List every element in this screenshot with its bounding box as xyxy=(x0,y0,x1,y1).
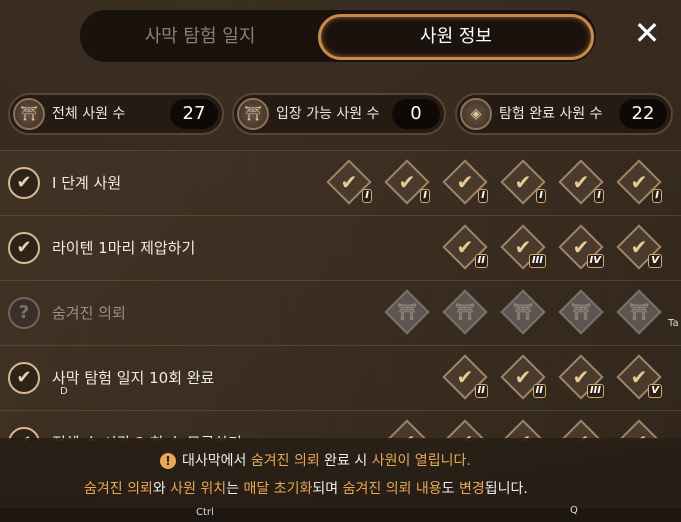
stat-label: 입장 가능 사원 수 xyxy=(276,106,380,122)
question-icon: ? xyxy=(8,297,40,329)
temple-badge[interactable]: ✔ I xyxy=(500,159,546,205)
temple-row-raiten[interactable]: ✔ 라이텐 1마리 제압하기 ✔ II ✔ III ✔ IV ✔ V xyxy=(0,215,681,280)
check-icon: ✔ xyxy=(8,232,40,264)
locked-temple-badge[interactable]: ⛩ xyxy=(442,289,488,335)
rank-label: I xyxy=(362,189,372,203)
locked-temple-badge[interactable]: ⛩ xyxy=(616,289,662,335)
stat-label: 탐험 완료 사원 수 xyxy=(499,106,603,122)
locked-temple-badge[interactable]: ⛩ xyxy=(384,289,430,335)
stat-value: 0 xyxy=(392,99,440,129)
rank-label: III xyxy=(586,384,604,398)
rank-label: IV xyxy=(586,254,604,268)
check-icon: ✔ xyxy=(8,362,40,394)
rank-label: I xyxy=(478,189,488,203)
temple-badge[interactable]: ✔ I xyxy=(558,159,604,205)
close-icon[interactable]: ✕ xyxy=(630,16,664,50)
rank-label: III xyxy=(528,254,546,268)
key-hint-q: Q xyxy=(570,505,578,516)
rank-label: II xyxy=(532,384,546,398)
stat-enterable-temples: ⛩ 입장 가능 사원 수 0 xyxy=(232,93,446,135)
temple-row-stage1[interactable]: ✔ I 단계 사원 ✔ I ✔ I ✔ I ✔ I ✔ I ✔ I xyxy=(0,150,681,215)
temple-badge[interactable]: ✔ I xyxy=(442,159,488,205)
temple-badge[interactable]: ✔ V xyxy=(616,354,662,400)
bottom-bar xyxy=(0,508,681,522)
compass-icon: ◈ xyxy=(460,98,492,130)
locked-temple-badge[interactable]: ⛩ xyxy=(558,289,604,335)
temple-badge[interactable]: ✔ III xyxy=(500,224,546,270)
temple-row-hidden-quest[interactable]: ? 숨겨진 의뢰 ⛩ ⛩ ⛩ ⛩ ⛩ xyxy=(0,280,681,345)
rank-label: II xyxy=(474,384,488,398)
row-title: 라이텐 1마리 제압하기 xyxy=(52,239,196,257)
stat-completed-temples: ◈ 탐험 완료 사원 수 22 xyxy=(455,93,673,135)
row-title: 사막 탐험 일지 10회 완료 xyxy=(52,369,215,387)
temple-row-partial[interactable]: ✔ 전체 수 시간 2 회 수 무궁하기 ✔ ✔ ✔ ✔ ✔ xyxy=(0,410,681,441)
rank-label: II xyxy=(474,254,488,268)
key-hint-d: D xyxy=(60,386,68,397)
rank-label: V xyxy=(648,254,662,268)
tab-temple-info[interactable]: 사원 정보 xyxy=(318,14,594,60)
temple-row-journal-10[interactable]: ✔ 사막 탐험 일지 10회 완료 ✔ II ✔ II ✔ III ✔ V xyxy=(0,345,681,410)
temple-badge[interactable]: ✔ IV xyxy=(558,224,604,270)
locked-temple-badge[interactable]: ⛩ xyxy=(500,289,546,335)
stat-value: 27 xyxy=(170,99,218,129)
stat-total-temples: ⛩ 전체 사원 수 27 xyxy=(8,93,224,135)
key-hint-tab: Ta xyxy=(668,318,679,329)
rank-label: I xyxy=(536,189,546,203)
temple-badge[interactable]: ✔ I xyxy=(616,159,662,205)
row-title: 전체 수 시간 2 회 수 무궁하기 xyxy=(52,411,242,441)
temple-badge[interactable]: ✔ II xyxy=(442,354,488,400)
temple-badge[interactable]: ✔ II xyxy=(500,354,546,400)
row-title: I 단계 사원 xyxy=(52,174,122,192)
notice-line-1: ! 대사막에서 숨겨진 의뢰 완료 시 사원이 열립니다. xyxy=(160,450,471,470)
stat-label: 전체 사원 수 xyxy=(52,106,126,122)
key-hint-ctrl: Ctrl xyxy=(196,507,214,518)
rank-label: V xyxy=(648,384,662,398)
temple-badge[interactable]: ✔ V xyxy=(616,224,662,270)
row-title: 숨겨진 의뢰 xyxy=(52,304,126,322)
rank-label: I xyxy=(594,189,604,203)
temple-badge[interactable]: ✔ I xyxy=(326,159,372,205)
notice-line-2: 숨겨진 의뢰와 사원 위치는 매달 초기화되며 숨겨진 의뢰 내용도 변경됩니다… xyxy=(84,481,528,497)
tab-desert-exploration-journal[interactable]: 사막 탐험 일지 xyxy=(84,14,316,60)
notice-box: ! 대사막에서 숨겨진 의뢰 완료 시 사원이 열립니다. 숨겨진 의뢰와 사원 … xyxy=(0,438,681,508)
warning-icon: ! xyxy=(160,453,176,469)
check-icon: ✔ xyxy=(8,167,40,199)
tab-bar: 사막 탐험 일지 사원 정보 xyxy=(78,8,598,64)
stat-value: 22 xyxy=(619,99,667,129)
temple-icon: ⛩ xyxy=(13,98,45,130)
temple-badge[interactable]: ✔ I xyxy=(384,159,430,205)
rank-label: I xyxy=(652,189,662,203)
temple-icon: ⛩ xyxy=(237,98,269,130)
temple-badge[interactable]: ✔ II xyxy=(442,224,488,270)
temple-badge[interactable]: ✔ III xyxy=(558,354,604,400)
rank-label: I xyxy=(420,189,430,203)
